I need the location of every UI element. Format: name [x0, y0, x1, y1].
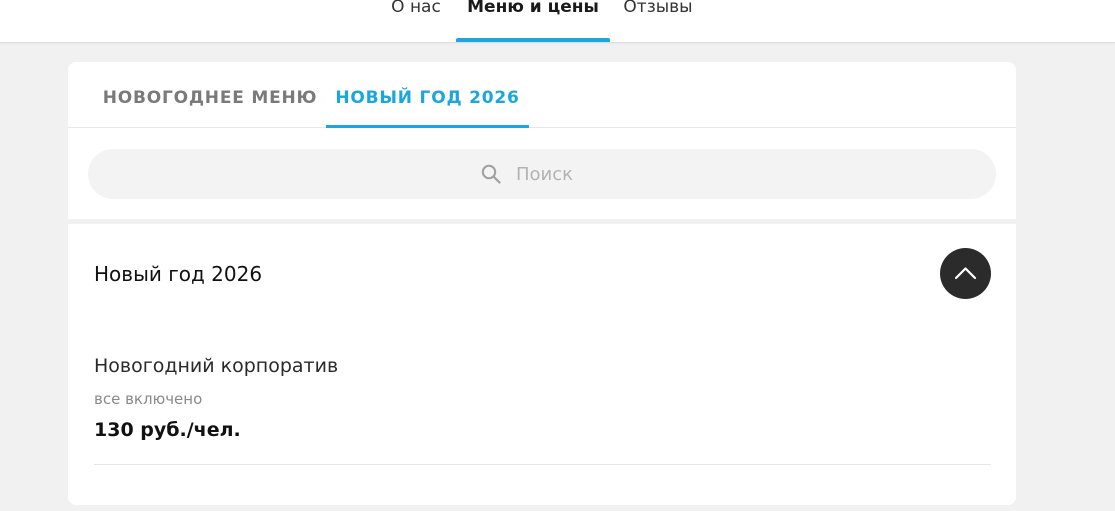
tab-label: НОВЫЙ ГОД 2026: [335, 88, 520, 108]
nav-item-reviews[interactable]: Отзывы: [617, 0, 699, 42]
tab-new-year-menu[interactable]: НОВОГОДНЕЕ МЕНЮ: [94, 62, 326, 127]
chevron-up-icon: [954, 267, 977, 280]
top-navigation: О нас Меню и цены Отзывы: [0, 0, 1115, 43]
menu-card: НОВОГОДНЕЕ МЕНЮ НОВЫЙ ГОД 2026 Новый год…: [68, 62, 1016, 505]
menu-item-description: все включено: [94, 390, 203, 408]
menu-tabs: НОВОГОДНЕЕ МЕНЮ НОВЫЙ ГОД 2026: [68, 62, 1016, 128]
collapse-section-button[interactable]: [940, 248, 991, 299]
search-input[interactable]: [516, 161, 816, 187]
search-icon: [481, 164, 501, 184]
menu-item-price: 130 руб./чел.: [94, 419, 241, 441]
section-divider: [68, 219, 1016, 224]
nav-item-label: Меню и цены: [467, 0, 599, 17]
nav-item-label: Отзывы: [623, 0, 693, 17]
search-bar[interactable]: [88, 149, 996, 199]
nav-item-about[interactable]: О нас: [384, 0, 448, 42]
section-title: Новый год 2026: [94, 262, 263, 286]
tab-label: НОВОГОДНЕЕ МЕНЮ: [102, 88, 318, 108]
nav-item-menu-prices[interactable]: Меню и цены: [456, 0, 610, 42]
active-nav-indicator: [456, 38, 610, 42]
tab-new-year-2026[interactable]: НОВЫЙ ГОД 2026: [326, 62, 529, 128]
active-tab-indicator: [326, 125, 529, 128]
menu-item-name: Новогодний корпоратив: [94, 355, 339, 377]
nav-item-label: О нас: [391, 0, 441, 17]
item-divider: [94, 464, 991, 465]
